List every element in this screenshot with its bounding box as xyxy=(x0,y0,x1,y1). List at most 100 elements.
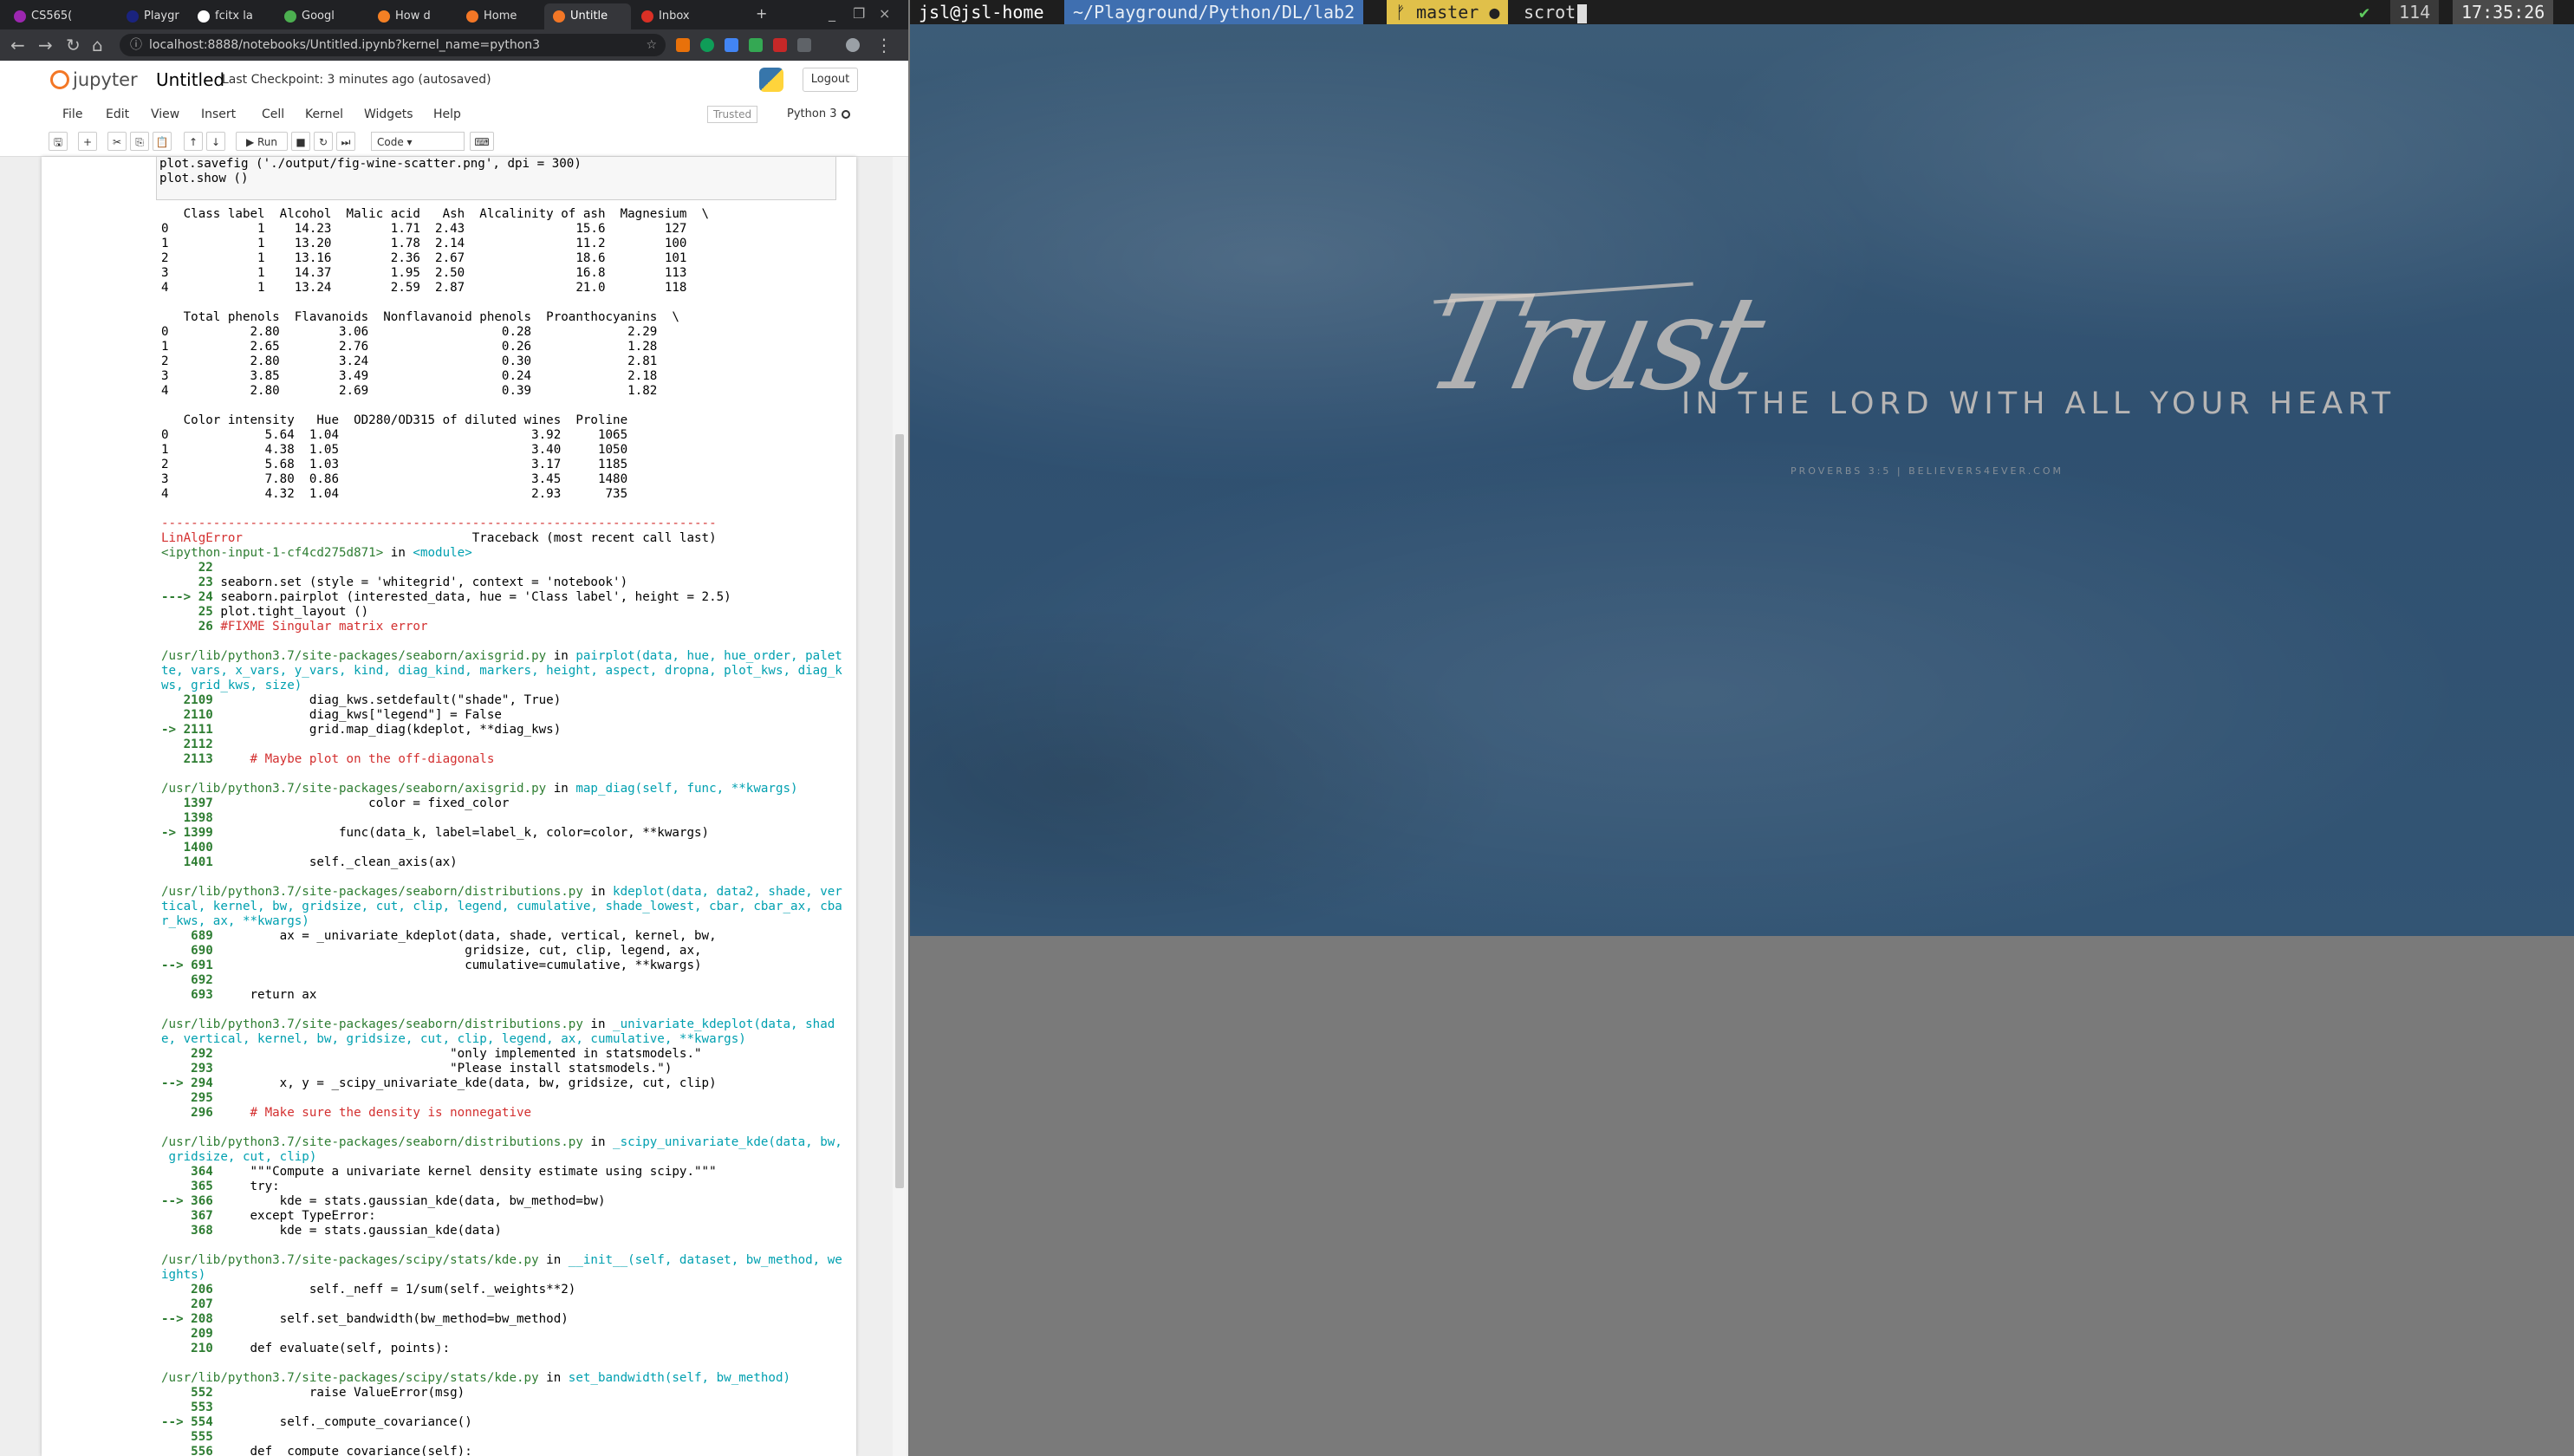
restart-icon[interactable]: ↻ xyxy=(314,132,333,151)
extension-icon-2[interactable] xyxy=(700,38,714,52)
browser-tab[interactable]: Inbox xyxy=(633,3,718,29)
tab-label: How d xyxy=(395,10,431,23)
kernel-indicator[interactable]: Python 3 xyxy=(787,107,851,120)
line-number: 206 xyxy=(161,1283,213,1297)
menu-cell[interactable]: Cell xyxy=(262,107,284,121)
prompt-command[interactable]: scrot xyxy=(1524,0,1588,24)
wallpaper: Trust IN THE LORD WITH ALL YOUR HEART PR… xyxy=(910,0,2574,936)
line-number: 26 xyxy=(161,620,213,634)
info-icon[interactable]: ⓘ xyxy=(130,34,142,56)
browser-tab[interactable]: Home xyxy=(458,3,543,29)
line-number: 2112 xyxy=(161,738,213,751)
line-number: --> 366 xyxy=(161,1194,213,1208)
frame-path: /usr/lib/python3.7/site-packages/scipy/s… xyxy=(161,1371,539,1385)
tab-favicon-icon xyxy=(466,10,478,23)
python-logo-icon xyxy=(759,68,783,92)
forward-icon[interactable]: → xyxy=(38,35,53,55)
browser-tab[interactable]: CS565( xyxy=(5,3,116,29)
tab-favicon-icon xyxy=(127,10,139,23)
browser-menu-icon[interactable]: ⋮ xyxy=(875,35,893,55)
line-code: seaborn.set (style = 'whitegrid', contex… xyxy=(212,575,628,589)
line-number: 689 xyxy=(161,929,213,943)
home-icon[interactable]: ⌂ xyxy=(92,35,103,55)
line-number: 207 xyxy=(161,1297,213,1311)
new-tab-button[interactable]: + xyxy=(756,5,767,22)
tab-favicon-icon xyxy=(378,10,390,23)
module-ref: <module> xyxy=(413,546,472,560)
menu-insert[interactable]: Insert xyxy=(201,107,236,121)
traceback-line: 690 gridsize, cut, clip, legend, ax, xyxy=(161,944,702,958)
wallpaper-source: PROVERBS 3:5 | BELIEVERS4EVER.COM xyxy=(1791,465,2064,477)
menu-kernel[interactable]: Kernel xyxy=(305,107,343,121)
profile-avatar-icon[interactable] xyxy=(846,38,860,52)
command-palette-icon[interactable]: ⌨ xyxy=(470,132,494,151)
traceback-line: 209 xyxy=(161,1327,213,1341)
traceback-line: 292 "only implemented in statsmodels." xyxy=(161,1047,701,1061)
line-code: gridsize, cut, clip, legend, ax, xyxy=(212,944,702,958)
status-ok-icon: ✔ xyxy=(2359,2,2370,23)
line-code: self._compute_covariance() xyxy=(212,1415,472,1429)
browser-tab[interactable]: How d xyxy=(369,3,456,29)
insert-cell-icon[interactable]: + xyxy=(78,132,97,151)
restart-run-all-icon[interactable]: ⏭ xyxy=(336,132,355,151)
reload-icon[interactable]: ↻ xyxy=(66,35,81,55)
extension-icon-3[interactable] xyxy=(725,38,738,52)
traceback-line: --> 366 kde = stats.gaussian_kde(data, b… xyxy=(161,1194,606,1208)
traceback-line: 1397 color = fixed_color xyxy=(161,796,510,810)
menu-edit[interactable]: Edit xyxy=(106,107,129,121)
traceback-line: 2110 diag_kws["legend"] = False xyxy=(161,708,502,722)
browser-tab[interactable]: Untitle xyxy=(544,3,631,29)
move-down-icon[interactable]: ↓ xyxy=(206,132,225,151)
traceback-line: -> 2111 grid.map_diag(kdeplot, **diag_kw… xyxy=(161,723,561,737)
browser-tab[interactable]: fcitx la xyxy=(189,3,274,29)
extension-icon-1[interactable] xyxy=(676,38,690,52)
line-code: kde = stats.gaussian_kde(data, bw_method… xyxy=(212,1194,606,1208)
in-text: in xyxy=(546,649,576,663)
line-number: 1397 xyxy=(161,796,213,810)
menu-view[interactable]: View xyxy=(151,107,179,121)
checkpoint-status: Last Checkpoint: 3 minutes ago (autosave… xyxy=(222,73,491,87)
tab-label: Playgr xyxy=(144,10,179,23)
scrollbar-thumb[interactable] xyxy=(895,434,904,1188)
extension-icon-4[interactable] xyxy=(749,38,763,52)
copy-icon[interactable]: ⎘ xyxy=(130,132,149,151)
logout-button[interactable]: Logout xyxy=(803,68,858,92)
run-button[interactable]: ▶ Run xyxy=(236,132,288,151)
extension-icon-6[interactable] xyxy=(797,38,811,52)
line-code: diag_kws.setdefault("shade", True) xyxy=(212,693,562,707)
browser-tab[interactable]: Playgr xyxy=(118,3,187,29)
notebook-area: plot.savefig ('./output/fig-wine-scatter… xyxy=(0,157,908,1456)
save-icon[interactable]: 🖫 xyxy=(49,132,68,151)
cell-input-code[interactable]: plot.savefig ('./output/fig-wine-scatter… xyxy=(159,157,582,186)
menu-help[interactable]: Help xyxy=(433,107,461,121)
terminal-prompt-bar[interactable]: jsl@jsl-home ~/Playground/Python/DL/lab2… xyxy=(910,0,2574,24)
browser-tab[interactable]: Googl xyxy=(276,3,367,29)
notebook-title[interactable]: Untitled xyxy=(156,69,224,90)
line-code: """Compute a univariate kernel density e… xyxy=(212,1165,717,1179)
notebook-scrollbar[interactable] xyxy=(893,157,907,1456)
line-code: kde = stats.gaussian_kde(data) xyxy=(212,1224,502,1238)
interrupt-icon[interactable]: ■ xyxy=(291,132,310,151)
line-code: # Maybe plot on the off-diagonals xyxy=(212,752,495,766)
bookmark-star-icon[interactable]: ☆ xyxy=(646,34,657,56)
line-code: self._clean_axis(ax) xyxy=(212,855,458,869)
paste-icon[interactable]: 📋 xyxy=(153,132,172,151)
back-icon[interactable]: ← xyxy=(10,35,25,55)
address-bar[interactable]: ⓘ localhost:8888/notebooks/Untitled.ipyn… xyxy=(120,34,666,56)
traceback-line: 207 xyxy=(161,1297,213,1311)
url-text: localhost:8888/notebooks/Untitled.ipynb?… xyxy=(149,38,541,52)
close-window-button[interactable]: × xyxy=(879,5,890,22)
traceback-line: 206 self._neff = 1/sum(self._weights**2) xyxy=(161,1283,575,1297)
menu-file[interactable]: File xyxy=(62,107,82,121)
frame-path: /usr/lib/python3.7/site-packages/seaborn… xyxy=(161,782,547,796)
maximize-button[interactable]: ❐ xyxy=(853,5,865,22)
cell-type-select[interactable]: Code ▾ xyxy=(371,132,465,151)
trusted-indicator[interactable]: Trusted xyxy=(707,106,758,123)
jupyter-logo[interactable]: jupyter xyxy=(50,69,138,90)
tab-favicon-icon xyxy=(198,10,210,23)
minimize-button[interactable]: _ xyxy=(829,5,835,22)
extension-icon-5[interactable] xyxy=(773,38,787,52)
move-up-icon[interactable]: ↑ xyxy=(184,132,203,151)
menu-widgets[interactable]: Widgets xyxy=(364,107,413,121)
cut-icon[interactable]: ✂ xyxy=(107,132,127,151)
